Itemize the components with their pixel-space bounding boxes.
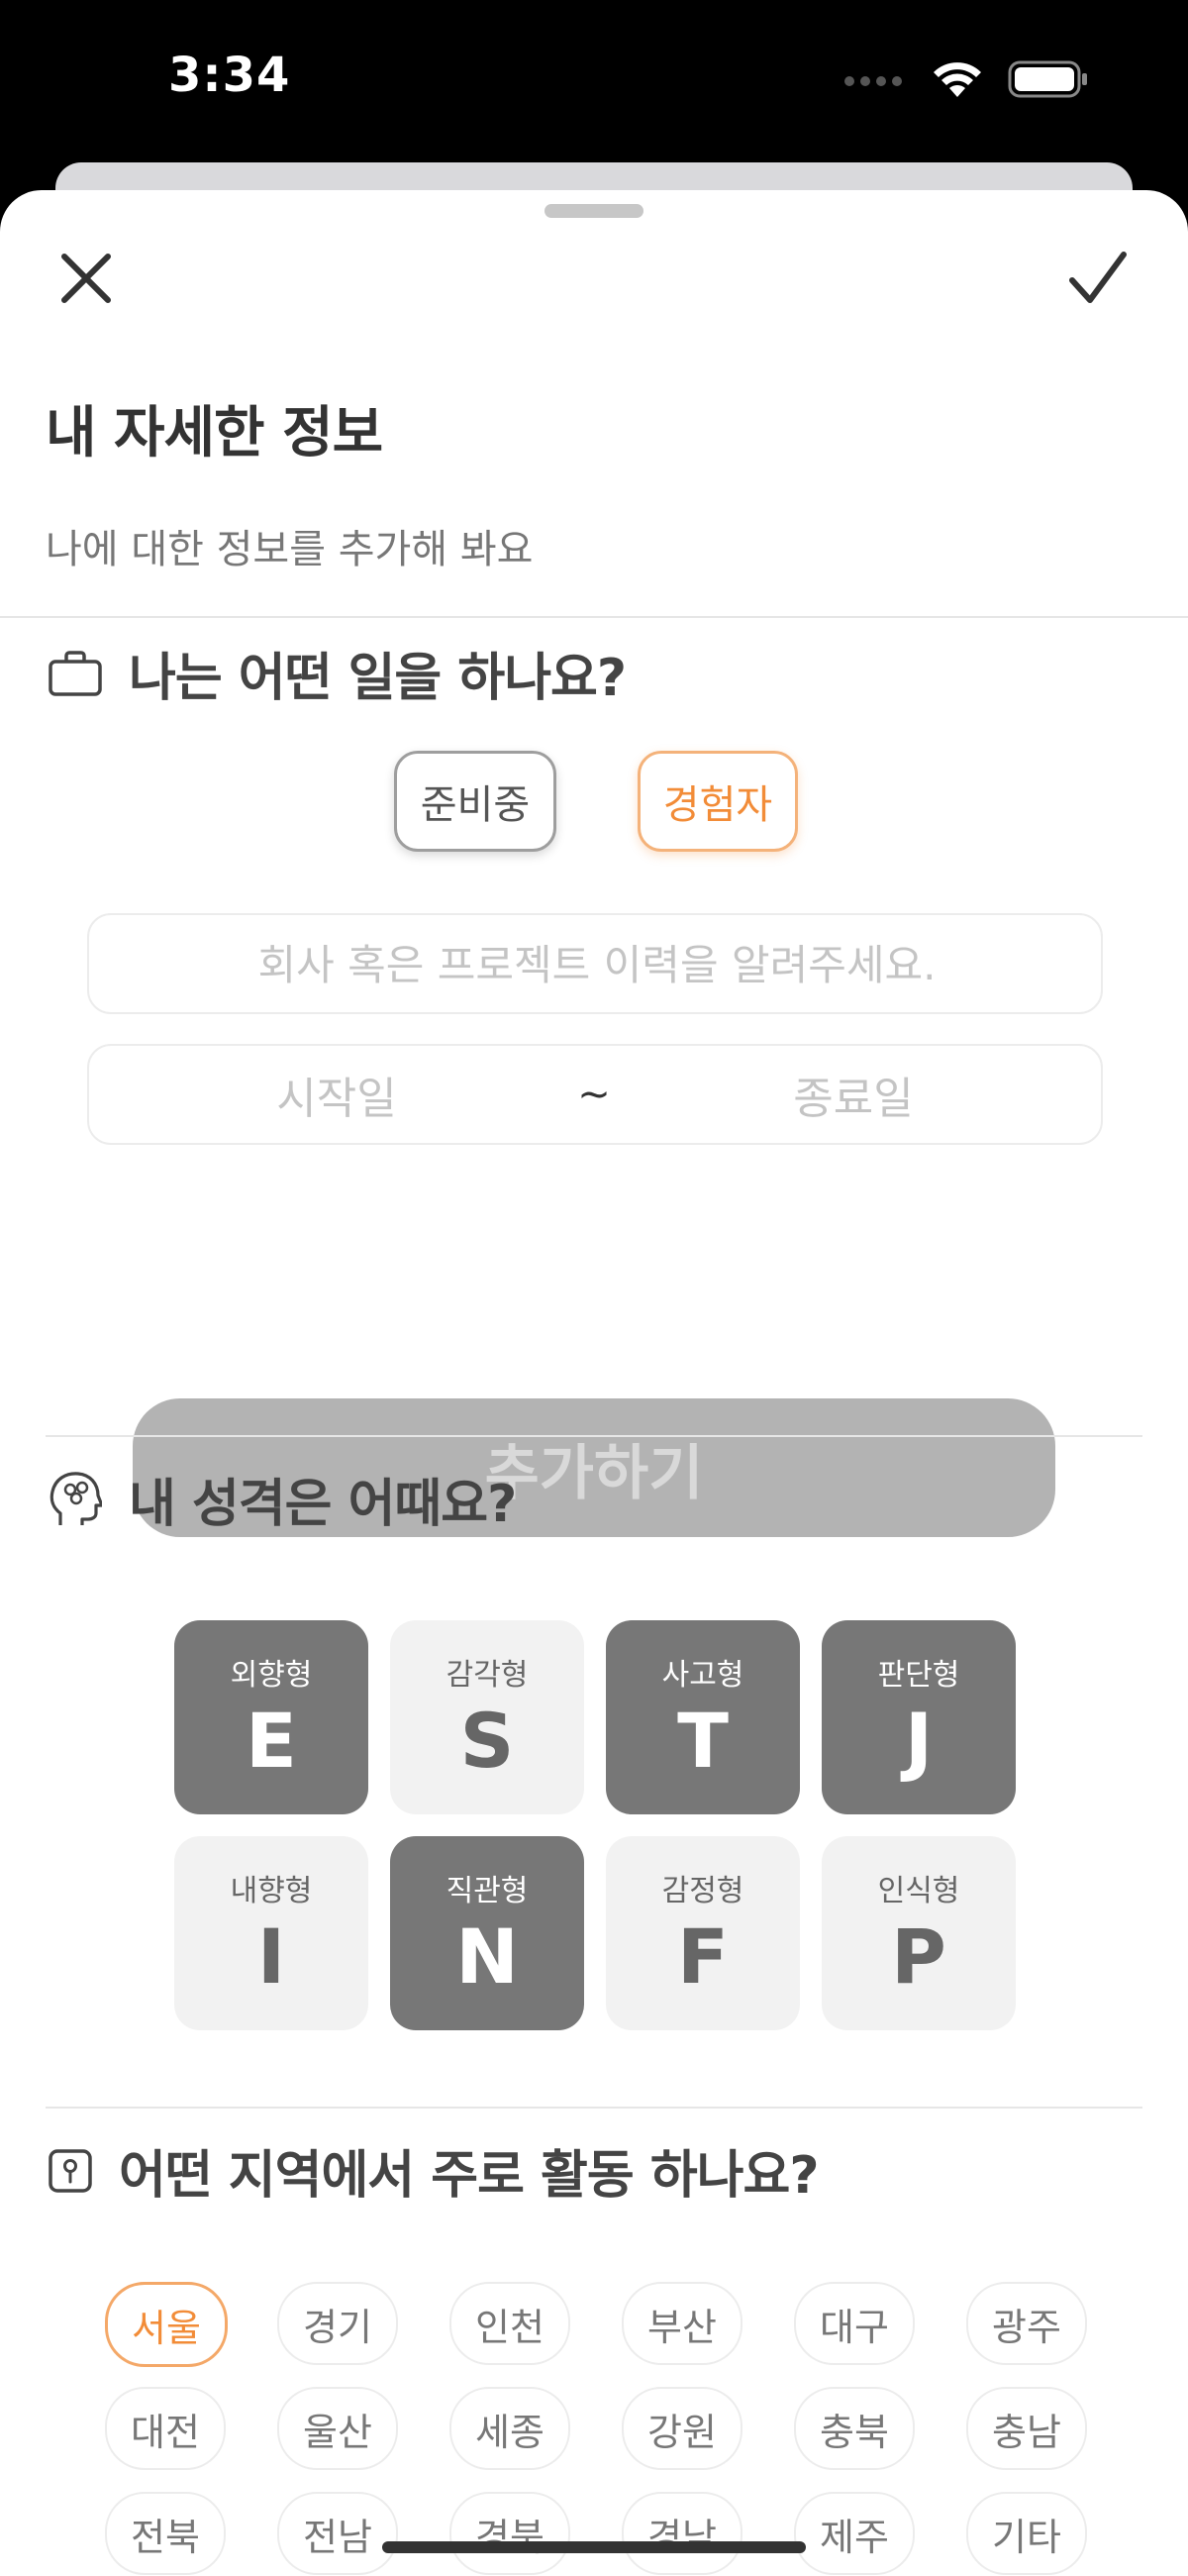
- checkmark-icon: [1069, 252, 1127, 303]
- region-chip[interactable]: 세종: [449, 2387, 570, 2470]
- mbti-tile-label: 직관형: [446, 1874, 529, 1908]
- region-chip[interactable]: 경남: [622, 2492, 742, 2575]
- region-chip[interactable]: 대구: [794, 2282, 915, 2365]
- mbti-tile-letter: J: [904, 1697, 934, 1785]
- mbti-tile-letter: S: [459, 1697, 515, 1785]
- close-icon: [61, 254, 111, 303]
- mbti-tile-p[interactable]: 인식형 P: [822, 1836, 1016, 2030]
- region-chip[interactable]: 충남: [966, 2387, 1087, 2470]
- mbti-tile-e[interactable]: 외향형 E: [174, 1620, 368, 1814]
- divider: [46, 1435, 1142, 1437]
- region-chip[interactable]: 대전: [105, 2387, 226, 2470]
- mbti-tile-label: 내향형: [230, 1874, 313, 1908]
- confirm-button[interactable]: [1053, 234, 1142, 323]
- work-section-header: 나는 어떤 일을 하나요?: [46, 636, 627, 710]
- region-section-title: 어떤 지역에서 주로 활동 하나요?: [119, 2146, 819, 2206]
- region-chip[interactable]: 부산: [622, 2282, 742, 2365]
- status-time: 3:34: [168, 48, 291, 103]
- region-chip[interactable]: 제주: [794, 2492, 915, 2575]
- page-subtitle: 나에 대한 정보를 추가해 봐요: [46, 527, 534, 572]
- region-chip[interactable]: 경북: [449, 2492, 570, 2575]
- mbti-tile-label: 감각형: [446, 1658, 529, 1693]
- region-chip[interactable]: 전북: [105, 2492, 226, 2575]
- mbti-tile-letter: P: [891, 1912, 946, 2001]
- region-chip[interactable]: 기타: [966, 2492, 1087, 2575]
- page-title: 내 자세한 정보: [46, 401, 383, 465]
- mbti-tile-letter: T: [677, 1697, 729, 1785]
- mbti-tile-label: 판단형: [877, 1658, 960, 1693]
- divider: [0, 616, 1188, 618]
- personality-section-header: 내 성격은 어때요?: [46, 1462, 517, 1536]
- mbti-tile-letter: F: [677, 1912, 729, 2001]
- mbti-tile-label: 인식형: [877, 1874, 960, 1908]
- mbti-tile-j[interactable]: 판단형 J: [822, 1620, 1016, 1814]
- personality-section-title: 내 성격은 어때요?: [129, 1475, 517, 1534]
- region-chip[interactable]: 경기: [277, 2282, 398, 2365]
- wifi-icon: [934, 62, 981, 97]
- signal-icon: [844, 76, 902, 86]
- mbti-tile-letter: I: [256, 1912, 286, 2001]
- experienced-toggle-button[interactable]: 경험자: [638, 751, 798, 852]
- detail-info-sheet: 내 자세한 정보 나에 대한 정보를 추가해 봐요 나는 어떤 일을 하나요? …: [0, 190, 1188, 2576]
- briefcase-icon: [46, 644, 105, 703]
- region-chip[interactable]: 광주: [966, 2282, 1087, 2365]
- preparing-toggle-button[interactable]: 준비중: [394, 751, 556, 852]
- mbti-tile-s[interactable]: 감각형 S: [390, 1620, 584, 1814]
- end-date-input[interactable]: 종료일: [606, 1046, 1101, 1143]
- mbti-tile-t[interactable]: 사고형 T: [606, 1620, 800, 1814]
- mbti-tile-label: 감정형: [661, 1874, 744, 1908]
- region-chip[interactable]: 충북: [794, 2387, 915, 2470]
- head-brain-icon: [46, 1470, 105, 1529]
- status-bar: 3:34: [0, 0, 1188, 158]
- mbti-tile-label: 사고형: [661, 1658, 744, 1693]
- mbti-tile-letter: E: [246, 1697, 297, 1785]
- region-section-header: 어떤 지역에서 주로 활동 하나요?: [46, 2133, 819, 2208]
- mbti-tile-n[interactable]: 직관형 N: [390, 1836, 584, 2030]
- region-chip[interactable]: 전남: [277, 2492, 398, 2575]
- mbti-tile-f[interactable]: 감정형 F: [606, 1836, 800, 2030]
- region-chip[interactable]: 울산: [277, 2387, 398, 2470]
- home-indicator: [382, 2541, 806, 2553]
- history-field: [87, 913, 1105, 1014]
- mbti-tile-letter: N: [455, 1912, 519, 2001]
- start-date-input[interactable]: 시작일: [89, 1046, 584, 1143]
- close-button[interactable]: [42, 234, 131, 323]
- divider: [46, 2107, 1142, 2109]
- sheet-grabber[interactable]: [544, 204, 644, 218]
- history-input[interactable]: [89, 915, 1105, 1014]
- region-chip[interactable]: 강원: [622, 2387, 742, 2470]
- mbti-tile-i[interactable]: 내향형 I: [174, 1836, 368, 2030]
- battery-icon: [1008, 60, 1087, 98]
- work-section-title: 나는 어떤 일을 하나요?: [129, 649, 627, 708]
- mbti-tile-label: 외향형: [230, 1658, 313, 1693]
- region-chip[interactable]: 인천: [449, 2282, 570, 2365]
- region-chip[interactable]: 서울: [105, 2282, 228, 2367]
- location-icon: [46, 2141, 95, 2201]
- date-range-field: 시작일 ~ 종료일: [87, 1044, 1103, 1145]
